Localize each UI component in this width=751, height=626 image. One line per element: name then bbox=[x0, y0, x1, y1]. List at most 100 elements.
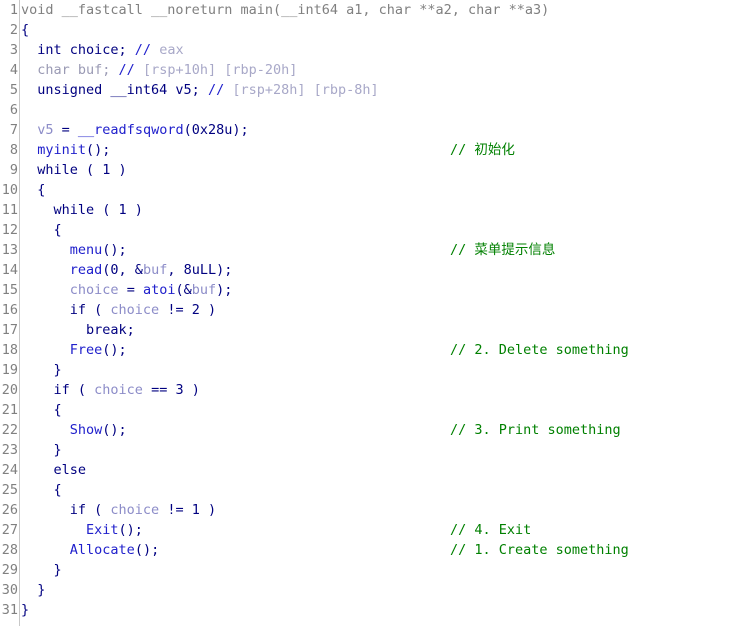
code-token[interactable]: } bbox=[21, 362, 62, 378]
user-comment[interactable]: // 菜单提示信息 bbox=[450, 240, 555, 260]
line-code[interactable]: if ( choice != 2 ) bbox=[21, 300, 216, 320]
code-line[interactable]: 14 read(0, &buf, 8uLL); bbox=[0, 260, 751, 280]
code-line[interactable]: 3 int choice; // eax bbox=[0, 40, 751, 60]
user-comment[interactable]: // 1. Create something bbox=[450, 540, 629, 560]
code-line[interactable]: 31} bbox=[0, 600, 751, 620]
line-code[interactable]: else bbox=[21, 460, 87, 480]
code-line[interactable]: 28 Allocate(); // 1. Create something bbox=[0, 540, 751, 560]
code-line[interactable]: 22 Show(); // 3. Print something bbox=[0, 420, 751, 440]
code-token[interactable]: { bbox=[21, 402, 62, 418]
code-token[interactable]: Free bbox=[70, 342, 103, 358]
code-token[interactable] bbox=[21, 242, 70, 258]
code-token[interactable]: (& bbox=[175, 282, 191, 298]
code-line[interactable]: 11 while ( 1 ) bbox=[0, 200, 751, 220]
code-line[interactable]: 26 if ( choice != 1 ) bbox=[0, 500, 751, 520]
line-code[interactable]: { bbox=[21, 20, 29, 40]
code-token[interactable]: } bbox=[21, 562, 62, 578]
code-token[interactable]: (0, & bbox=[102, 262, 143, 278]
line-code[interactable]: int choice; // eax bbox=[21, 40, 183, 60]
code-line[interactable]: 7 v5 = __readfsqword(0x28u); bbox=[0, 120, 751, 140]
code-token[interactable]: = bbox=[54, 122, 78, 138]
code-token[interactable]: if ( bbox=[21, 382, 94, 398]
code-token[interactable] bbox=[21, 522, 86, 538]
code-token[interactable]: choice bbox=[70, 282, 119, 298]
line-code[interactable]: Exit(); bbox=[21, 520, 143, 540]
code-token[interactable]: Show bbox=[70, 422, 103, 438]
code-line[interactable]: 27 Exit(); // 4. Exit bbox=[0, 520, 751, 540]
code-token[interactable] bbox=[21, 282, 70, 298]
code-token[interactable]: atoi bbox=[143, 282, 176, 298]
code-token[interactable]: , 8uLL); bbox=[167, 262, 232, 278]
code-token[interactable]: (); bbox=[86, 142, 110, 158]
code-token[interactable]: __readfsqword bbox=[78, 122, 184, 138]
user-comment[interactable]: // 3. Print something bbox=[450, 420, 621, 440]
code-line[interactable]: 17 break; bbox=[0, 320, 751, 340]
code-line[interactable]: 1 void __fastcall __noreturn main(__int64… bbox=[0, 0, 751, 20]
line-code[interactable]: while ( 1 ) bbox=[21, 160, 126, 180]
code-line[interactable]: 8 myinit(); // 初始化 bbox=[0, 140, 751, 160]
code-token[interactable]: buf bbox=[192, 282, 216, 298]
code-line[interactable]: 4 char buf; // [rsp+10h] [rbp-20h] bbox=[0, 60, 751, 80]
code-line[interactable]: 20 if ( choice == 3 ) bbox=[0, 380, 751, 400]
code-token[interactable]: read bbox=[70, 262, 103, 278]
line-code[interactable]: unsigned __int64 v5; // [rsp+28h] [rbp-8… bbox=[21, 80, 378, 100]
code-line[interactable]: 30 } bbox=[0, 580, 751, 600]
line-code[interactable]: void __fastcall __noreturn main(__int64 … bbox=[21, 0, 549, 20]
code-token[interactable]: Allocate bbox=[70, 542, 135, 558]
code-line[interactable]: 6 bbox=[0, 100, 751, 120]
code-line[interactable]: 15 choice = atoi(&buf); bbox=[0, 280, 751, 300]
code-token[interactable]: char buf; bbox=[21, 62, 119, 78]
code-line[interactable]: 10 { bbox=[0, 180, 751, 200]
code-token[interactable]: (0x28u); bbox=[184, 122, 249, 138]
code-token[interactable]: choice bbox=[110, 302, 159, 318]
line-code[interactable]: choice = atoi(&buf); bbox=[21, 280, 233, 300]
code-line[interactable]: 21 { bbox=[0, 400, 751, 420]
code-token[interactable]: } bbox=[21, 602, 29, 618]
code-token[interactable]: // bbox=[208, 82, 232, 98]
code-line[interactable]: 12 { bbox=[0, 220, 751, 240]
code-line[interactable]: 13 menu(); // 菜单提示信息 bbox=[0, 240, 751, 260]
line-code[interactable]: { bbox=[21, 220, 62, 240]
line-code[interactable]: v5 = __readfsqword(0x28u); bbox=[21, 120, 249, 140]
code-token[interactable]: (); bbox=[102, 242, 126, 258]
line-code[interactable]: { bbox=[21, 480, 62, 500]
line-code[interactable]: menu(); bbox=[21, 240, 127, 260]
code-token[interactable]: [rsp+10h] [rbp-20h] bbox=[143, 62, 297, 78]
code-token[interactable]: if ( bbox=[21, 302, 110, 318]
code-token[interactable]: { bbox=[21, 182, 45, 198]
code-line[interactable]: 16 if ( choice != 2 ) bbox=[0, 300, 751, 320]
code-token[interactable]: v5 bbox=[37, 122, 53, 138]
code-token[interactable]: buf bbox=[143, 262, 167, 278]
code-token[interactable] bbox=[21, 262, 70, 278]
code-token[interactable] bbox=[21, 342, 70, 358]
code-token[interactable]: else bbox=[21, 462, 87, 478]
code-token[interactable]: void __fastcall __noreturn main(__int64 … bbox=[21, 2, 549, 18]
code-token[interactable]: (); bbox=[102, 422, 126, 438]
line-code[interactable]: if ( choice == 3 ) bbox=[21, 380, 200, 400]
line-code[interactable]: } bbox=[21, 580, 45, 600]
code-token[interactable]: (); bbox=[135, 542, 159, 558]
code-token[interactable]: choice bbox=[94, 382, 143, 398]
line-code[interactable]: while ( 1 ) bbox=[21, 200, 143, 220]
code-token[interactable] bbox=[21, 542, 70, 558]
code-token[interactable]: == 3 ) bbox=[143, 382, 200, 398]
code-token[interactable]: (); bbox=[102, 342, 126, 358]
pseudocode-view[interactable]: 1 void __fastcall __noreturn main(__int64… bbox=[0, 0, 751, 626]
code-line[interactable]: 18 Free(); // 2. Delete something bbox=[0, 340, 751, 360]
code-token[interactable]: // bbox=[135, 42, 159, 58]
line-code[interactable]: } bbox=[21, 560, 62, 580]
code-token[interactable]: int choice; bbox=[21, 42, 135, 58]
code-token[interactable] bbox=[21, 142, 37, 158]
user-comment[interactable]: // 4. Exit bbox=[450, 520, 531, 540]
code-token[interactable]: eax bbox=[159, 42, 183, 58]
code-token[interactable]: (); bbox=[119, 522, 143, 538]
code-token[interactable]: Exit bbox=[86, 522, 119, 538]
line-code[interactable]: Free(); bbox=[21, 340, 127, 360]
code-token[interactable]: break; bbox=[21, 322, 135, 338]
code-token[interactable] bbox=[21, 422, 70, 438]
user-comment[interactable]: // 2. Delete something bbox=[450, 340, 629, 360]
code-token[interactable]: { bbox=[21, 222, 62, 238]
code-token[interactable] bbox=[21, 122, 37, 138]
code-line[interactable]: 24 else bbox=[0, 460, 751, 480]
line-code[interactable]: if ( choice != 1 ) bbox=[21, 500, 216, 520]
